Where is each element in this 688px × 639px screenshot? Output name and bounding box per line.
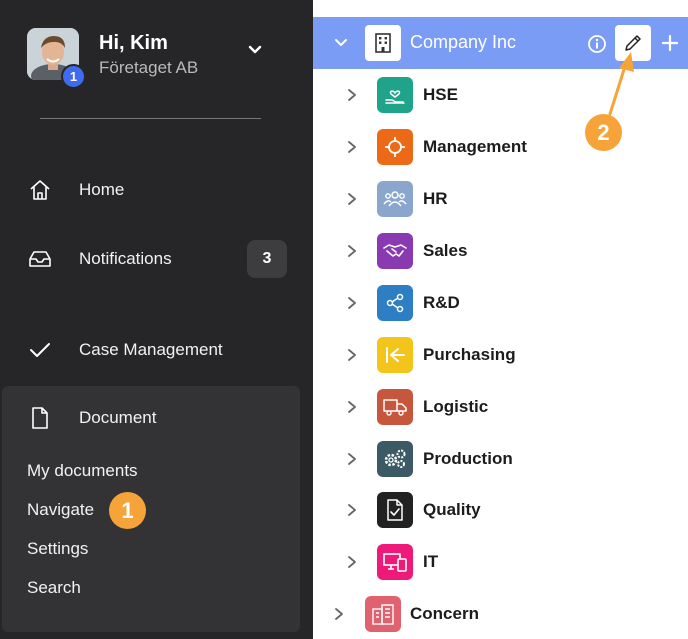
home-icon [28,178,52,202]
tree-item-management[interactable]: Management [313,125,688,169]
sidebar: 1 Hi, Kim Företaget AB Home Notification… [0,0,313,639]
check-icon [28,338,52,362]
divider [40,118,261,119]
share-icon [377,285,413,321]
chevron-down-icon[interactable] [333,35,349,51]
tree-item-sales[interactable]: Sales [313,229,688,273]
nav-document[interactable]: Document [0,393,313,443]
tree-item-rd[interactable]: R&D [313,281,688,325]
document-icon [28,406,52,430]
chevron-down-icon[interactable] [247,42,263,58]
arrow-in-icon [377,337,413,373]
tree-item-purchasing[interactable]: Purchasing [313,333,688,377]
callout-marker-2: 2 [585,114,622,151]
tree-item-production[interactable]: Production [313,437,688,481]
nav-notifications[interactable]: Notifications 3 [0,234,313,284]
truck-icon [377,389,413,425]
chevron-right-icon[interactable] [345,399,359,415]
nav-document-label: Document [79,408,157,427]
chevron-right-icon[interactable] [345,451,359,467]
chevron-right-icon[interactable] [345,347,359,363]
inbox-icon [28,247,52,271]
tree-item-label: HSE [423,85,458,104]
org-tree: Company Inc HSE Management HR Sales R&D … [313,0,688,639]
target-icon [377,129,413,165]
notifications-count-badge: 3 [247,240,287,278]
edit-button[interactable] [615,25,651,61]
tree-item-hr[interactable]: HR [313,177,688,221]
submenu-settings[interactable]: Settings [27,539,88,559]
building-icon [365,25,401,61]
callout-marker-1: 1 [109,492,146,529]
chevron-right-icon[interactable] [345,502,359,518]
tree-item-quality[interactable]: Quality [313,488,688,532]
nav-case-management[interactable]: Case Management [0,325,313,375]
chevron-right-icon[interactable] [345,295,359,311]
chevron-right-icon[interactable] [345,554,359,570]
tree-root-label: Company Inc [410,32,517,52]
tree-item-concern[interactable]: Concern [313,592,688,636]
devices-icon [377,544,413,580]
handshake-icon [377,233,413,269]
tree-item-label: Quality [423,500,481,519]
tree-root-row[interactable]: Company Inc [313,17,688,69]
avatar-badge: 1 [61,64,86,89]
doc-check-icon [377,492,413,528]
tree-item-label: R&D [423,293,460,312]
chevron-right-icon[interactable] [345,87,359,103]
tree-item-label: Sales [423,241,468,260]
buildings-icon [365,596,401,632]
info-icon[interactable] [587,34,607,54]
tree-item-logistic[interactable]: Logistic [313,385,688,429]
pencil-icon [625,35,641,51]
profile-menu[interactable]: 1 Hi, Kim Företaget AB [27,28,277,89]
tree-item-label: Purchasing [423,345,516,364]
tree-item-it[interactable]: IT [313,540,688,584]
chevron-right-icon[interactable] [345,191,359,207]
nav-notifications-label: Notifications [79,249,172,268]
tree-item-hse[interactable]: HSE [313,73,688,117]
chevron-right-icon[interactable] [332,606,346,622]
gears-icon [377,441,413,477]
submenu-navigate[interactable]: Navigate [27,500,94,520]
chevron-right-icon[interactable] [345,139,359,155]
tree-item-label: Management [423,137,527,156]
people-icon [377,181,413,217]
hand-heart-icon [377,77,413,113]
tree-item-label: Concern [410,604,479,623]
nav-home-label: Home [79,180,125,199]
nav-home[interactable]: Home [0,165,313,215]
nav-case-management-label: Case Management [79,340,223,359]
tree-item-label: IT [423,552,439,571]
greeting: Hi, Kim [99,32,168,54]
company-name: Företaget AB [99,58,199,77]
submenu-search[interactable]: Search [27,578,81,598]
tree-item-label: HR [423,189,448,208]
chevron-right-icon[interactable] [345,243,359,259]
submenu-my-documents[interactable]: My documents [27,461,138,481]
plus-icon[interactable] [661,34,679,52]
tree-item-label: Logistic [423,397,489,416]
tree-item-label: Production [423,449,513,468]
